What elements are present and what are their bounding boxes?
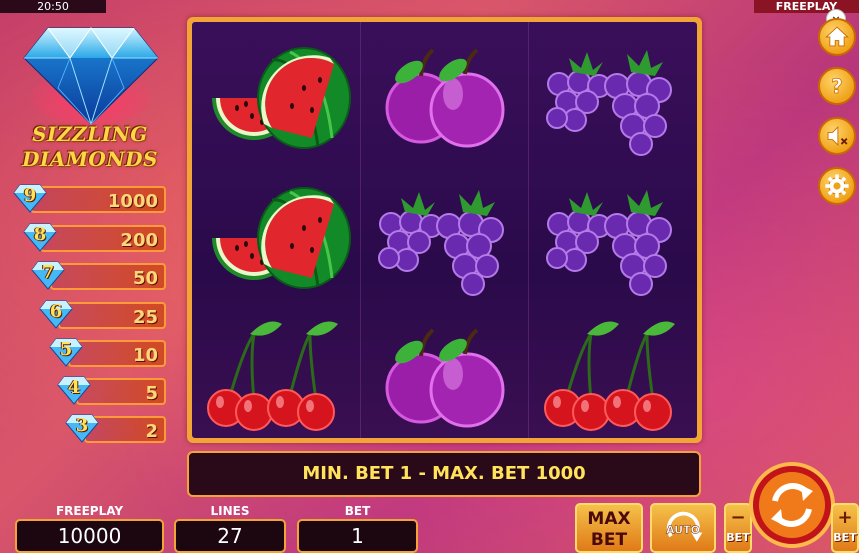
paytable-value: 25 — [132, 307, 158, 328]
sound-muted-icon — [827, 125, 848, 147]
home-icon — [825, 26, 849, 47]
paytable-value: 50 — [132, 268, 158, 289]
freeplay-counter: FREEPLAY 10000 — [15, 503, 164, 553]
bet-increase-label: BET — [833, 531, 857, 544]
reel-1 — [192, 22, 359, 438]
bet-decrease-label: BET — [726, 531, 750, 544]
paytable-count: 8 — [33, 224, 47, 245]
watermelon-icon — [212, 47, 351, 149]
logo-diamond-icon — [18, 18, 164, 130]
lines-counter: LINES 27 — [174, 503, 286, 553]
cherries-symbol — [192, 308, 359, 438]
reel-3 — [528, 22, 695, 438]
mode-indicator: FREEPLAY — [754, 0, 859, 13]
bet-decrease-button[interactable]: − BET — [724, 503, 752, 553]
paytable-count: 9 — [23, 185, 37, 206]
paytable-row: 2 3 — [62, 414, 166, 443]
paytable-value: 2 — [145, 421, 158, 442]
paytable-count: 4 — [67, 377, 81, 398]
paytable-row: 25 6 — [36, 300, 166, 329]
spin-button[interactable] — [749, 457, 835, 553]
bet-counter: BET 1 — [297, 503, 418, 553]
paytable-row: 50 7 — [28, 261, 166, 290]
sound-button[interactable] — [818, 117, 856, 155]
paytable-bar: 50 — [50, 263, 166, 290]
reel-frame — [187, 17, 702, 443]
paytable-value: 200 — [120, 230, 158, 251]
settings-icon — [825, 174, 849, 198]
watermelon-icon — [212, 187, 351, 289]
plums-icon — [385, 328, 505, 428]
plums-icon — [385, 48, 505, 148]
paytable-row: 1000 9 — [10, 184, 166, 213]
paytable-bar: 1000 — [30, 186, 166, 213]
grapes-icon — [546, 190, 672, 296]
paytable-count: 3 — [75, 415, 89, 436]
watermelon-symbol — [192, 168, 359, 306]
max-bet-label-2: BET — [590, 530, 628, 550]
paytable-value: 1000 — [107, 191, 158, 212]
bet-label: BET — [344, 504, 371, 518]
minus-icon: − — [730, 507, 746, 528]
plums-symbol — [361, 308, 528, 438]
cherries-symbol — [529, 308, 696, 438]
help-button[interactable]: ? — [818, 67, 856, 105]
paytable-value: 5 — [145, 383, 158, 404]
max-bet-button[interactable]: MAX BET — [575, 503, 643, 553]
paytable-bar: 200 — [40, 225, 166, 252]
cherries-icon — [207, 321, 338, 431]
lines-value: 27 — [174, 519, 286, 553]
grapes-symbol — [529, 168, 696, 306]
logo-line-2: DIAMONDS — [22, 147, 158, 171]
plus-icon: + — [837, 507, 853, 528]
autoplay-label: AUTO — [666, 524, 700, 537]
grapes-icon — [546, 50, 672, 156]
freeplay-value: 10000 — [15, 519, 164, 553]
logo-line-1: SIZZLING — [32, 122, 148, 146]
lines-label: LINES — [210, 504, 250, 518]
paytable-count: 7 — [41, 262, 55, 283]
home-button[interactable] — [818, 18, 856, 56]
reel-area — [192, 22, 697, 438]
clock: 20:50 — [0, 0, 106, 13]
game-logo-text: SIZZLING DIAMONDS — [10, 122, 170, 172]
autoplay-button[interactable]: AUTO — [650, 503, 716, 553]
paytable-count: 6 — [49, 301, 63, 322]
help-icon: ? — [831, 75, 843, 99]
grapes-symbol — [361, 168, 528, 306]
bet-range-info: MIN. BET 1 - MAX. BET 1000 — [187, 451, 701, 497]
max-bet-label-1: MAX — [587, 509, 631, 529]
freeplay-label: FREEPLAY — [55, 504, 124, 518]
plums-symbol — [361, 28, 528, 166]
watermelon-symbol — [192, 28, 359, 166]
grapes-icon — [378, 190, 504, 296]
cherries-icon — [544, 321, 675, 431]
settings-button[interactable] — [818, 167, 856, 205]
grapes-symbol — [529, 28, 696, 166]
paytable-value: 10 — [132, 345, 158, 366]
paytable-row: 200 8 — [20, 223, 166, 252]
bet-increase-button[interactable]: + BET — [831, 503, 859, 553]
paytable-row: 5 4 — [54, 376, 166, 405]
svg-text:?: ? — [831, 75, 842, 98]
paytable-count: 5 — [59, 339, 73, 360]
reel-2 — [360, 22, 527, 438]
bet-value: 1 — [297, 519, 418, 553]
paytable-row: 10 5 — [46, 338, 166, 367]
paytable-bar: 25 — [58, 302, 166, 329]
